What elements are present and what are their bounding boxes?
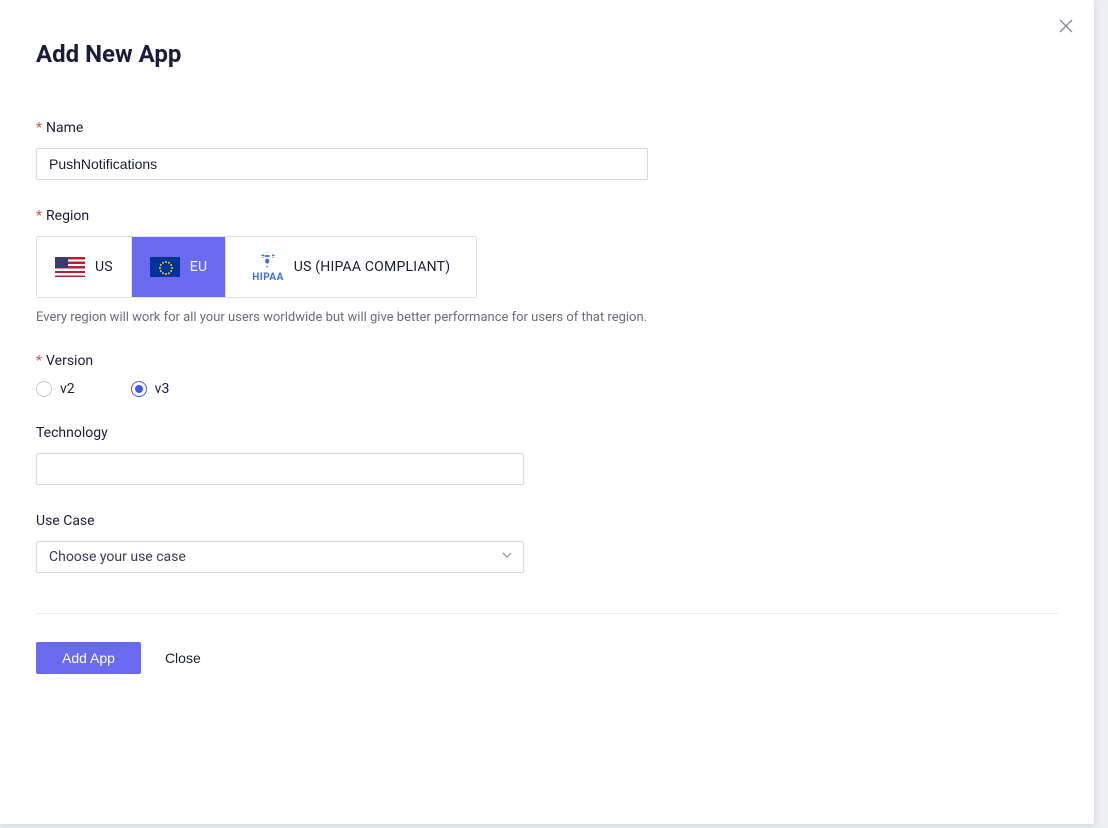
- radio-indicator: [131, 381, 147, 397]
- technology-input[interactable]: [36, 453, 524, 485]
- version-radio-v3[interactable]: v3: [131, 381, 170, 397]
- eu-flag-icon: [150, 257, 180, 277]
- region-option-eu[interactable]: EU: [131, 237, 225, 297]
- region-option-hipaa[interactable]: HIPAA US (HIPAA COMPLIANT): [225, 237, 476, 297]
- region-option-us[interactable]: US: [37, 237, 131, 297]
- add-app-button[interactable]: Add App: [36, 642, 141, 674]
- field-use-case: Use Case Choose your use case: [36, 513, 1058, 573]
- radio-indicator: [36, 381, 52, 397]
- required-asterisk: *: [36, 120, 42, 136]
- region-segmented-control: US EU HIPAA US (HIP: [36, 236, 477, 298]
- label-text: Version: [46, 353, 93, 369]
- close-icon[interactable]: [1056, 16, 1076, 36]
- label-text: Name: [46, 120, 83, 136]
- add-new-app-modal: Add New App * Name * Region US: [0, 0, 1094, 824]
- region-helper-text: Every region will work for all your user…: [36, 310, 1058, 325]
- label-text: Technology: [36, 425, 108, 441]
- select-placeholder: Choose your use case: [49, 549, 186, 565]
- modal-footer: Add App Close: [36, 642, 1058, 674]
- region-option-label: US: [95, 259, 113, 275]
- page-title: Add New App: [36, 40, 1058, 68]
- required-asterisk: *: [36, 208, 42, 224]
- hipaa-icon: HIPAA: [252, 251, 284, 283]
- use-case-select[interactable]: Choose your use case: [36, 541, 524, 573]
- hipaa-tag: HIPAA: [252, 273, 284, 283]
- region-label: * Region: [36, 208, 1058, 224]
- us-flag-icon: [55, 257, 85, 277]
- version-radio-v2[interactable]: v2: [36, 381, 75, 397]
- close-button[interactable]: Close: [165, 650, 201, 666]
- field-technology: Technology: [36, 425, 1058, 485]
- field-region: * Region US EU: [36, 208, 1058, 325]
- label-text: Use Case: [36, 513, 95, 529]
- region-option-label: US (HIPAA COMPLIANT): [294, 259, 451, 275]
- divider: [36, 613, 1058, 614]
- required-asterisk: *: [36, 353, 42, 369]
- technology-label: Technology: [36, 425, 1058, 441]
- name-input[interactable]: [36, 148, 648, 180]
- name-label: * Name: [36, 120, 1058, 136]
- field-version: * Version v2 v3: [36, 353, 1058, 397]
- radio-label: v3: [155, 381, 170, 397]
- version-label: * Version: [36, 353, 1058, 369]
- label-text: Region: [46, 208, 89, 224]
- chevron-down-icon: [501, 549, 513, 565]
- region-option-label: EU: [190, 259, 207, 275]
- use-case-label: Use Case: [36, 513, 1058, 529]
- version-radio-group: v2 v3: [36, 381, 1058, 397]
- radio-label: v2: [60, 381, 75, 397]
- field-name: * Name: [36, 120, 1058, 180]
